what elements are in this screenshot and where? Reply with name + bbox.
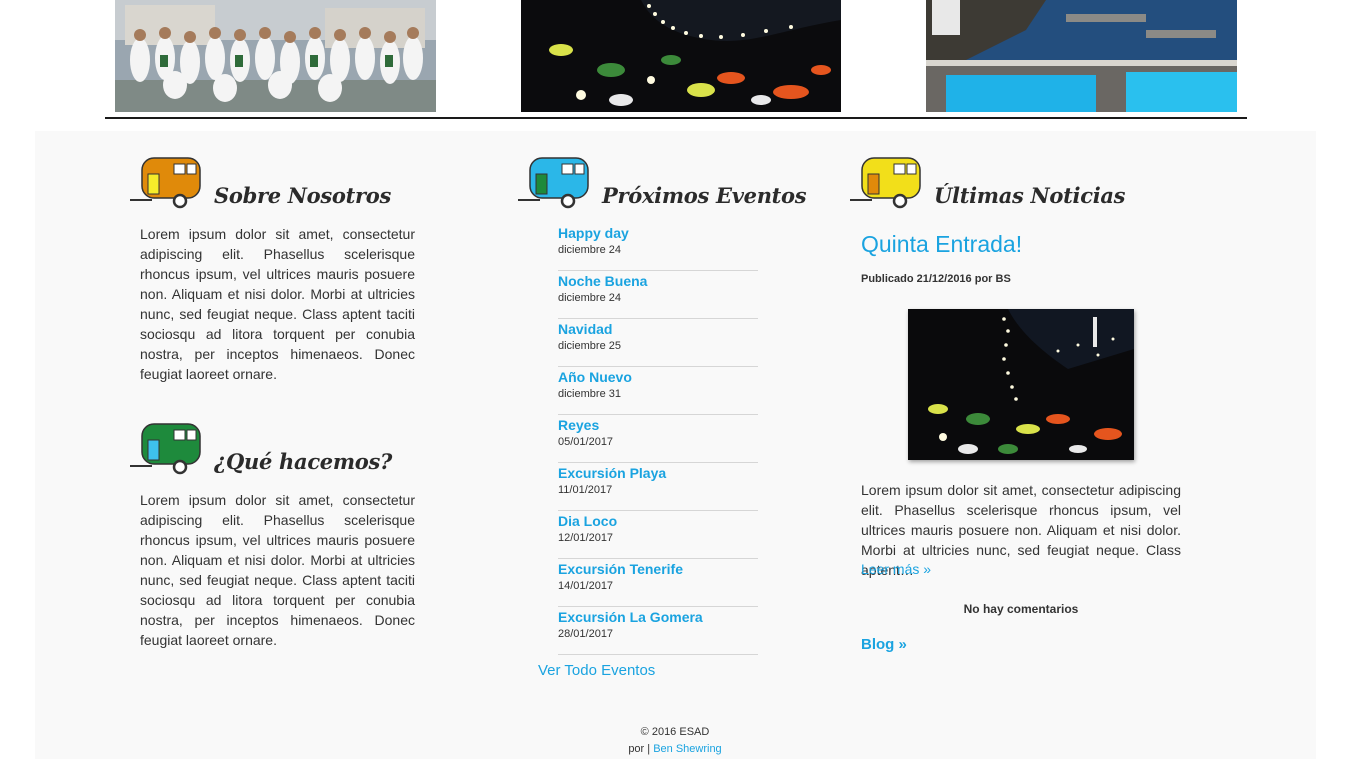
section-about-header: Sobre Nosotros [130,156,430,216]
gallery-photo-group[interactable] [115,0,436,112]
footer-credit: por | Ben Shewring [535,741,815,758]
event-link[interactable]: Año Nuevo [558,368,758,386]
event-date: 05/01/2017 [558,436,614,448]
event-date: diciembre 24 [558,292,621,304]
event-date: 12/01/2017 [558,532,614,544]
section-news-header: Últimas Noticias [850,156,1170,216]
event-item: Excursión La Gomera 28/01/2017 [558,608,758,655]
event-item: Reyes 05/01/2017 [558,416,758,463]
blog-link[interactable]: Blog » [861,636,907,653]
event-item: Navidad diciembre 25 [558,320,758,367]
section-what-header: ¿Qué hacemos? [130,422,430,482]
event-date: diciembre 31 [558,388,621,400]
event-date: 28/01/2017 [558,628,614,640]
main-content: Sobre Nosotros Lorem ipsum dolor sit ame… [35,131,1316,759]
event-item: Dia Loco 12/01/2017 [558,512,758,559]
what-text: Lorem ipsum dolor sit amet, consectetur … [140,492,415,648]
event-link[interactable]: Dia Loco [558,512,758,530]
caravan-icon [518,157,589,209]
copyright-text: © 2016 ESAD [640,726,710,738]
event-date: diciembre 24 [558,244,621,256]
event-link[interactable]: Happy day [558,224,758,242]
caravan-icon [850,157,921,209]
event-link[interactable]: Navidad [558,320,758,338]
event-link[interactable]: Excursión Tenerife [558,560,758,578]
gallery-photo-night-run[interactable] [521,0,841,112]
event-date: diciembre 25 [558,340,621,352]
caravan-icon [130,157,201,209]
event-link[interactable]: Reyes [558,416,758,434]
event-date: 14/01/2017 [558,580,614,592]
author-link[interactable]: Ben Shewring [653,743,722,755]
post-image[interactable] [908,309,1134,460]
view-all-events-link[interactable]: Ver Todo Eventos [538,662,655,679]
caravan-icon [130,423,201,475]
event-date: 11/01/2017 [558,484,613,496]
section-events-header: Próximos Eventos [518,156,818,216]
footer: © 2016 ESAD por | Ben Shewring [535,724,815,758]
section-title-what: ¿Qué hacemos? [214,449,393,474]
comments-count: No hay comentarios [963,602,1079,616]
gallery-photo-pool[interactable] [926,0,1237,112]
post-meta: Publicado 21/12/2016 por BS [861,273,1011,285]
event-item: Noche Buena diciembre 24 [558,272,758,319]
event-item: Excursión Playa 11/01/2017 [558,464,758,511]
event-item: Excursión Tenerife 14/01/2017 [558,560,758,607]
read-more-link[interactable]: Leer más » [861,561,931,577]
section-title-news: Últimas Noticias [934,183,1126,208]
divider-line [105,117,1247,119]
credit-prefix: por | [628,743,651,755]
event-item: Happy day diciembre 24 [558,224,758,271]
section-title-events: Próximos Eventos [602,183,807,208]
events-list: Happy day diciembre 24 Noche Buena dicie… [558,224,758,655]
section-title-about: Sobre Nosotros [214,183,392,208]
event-link[interactable]: Excursión La Gomera [558,608,758,626]
post-title-link[interactable]: Quinta Entrada! [861,231,1022,258]
about-text: Lorem ipsum dolor sit amet, consectetur … [140,226,415,382]
event-link[interactable]: Noche Buena [558,272,758,290]
event-item: Año Nuevo diciembre 31 [558,368,758,415]
event-link[interactable]: Excursión Playa [558,464,758,482]
